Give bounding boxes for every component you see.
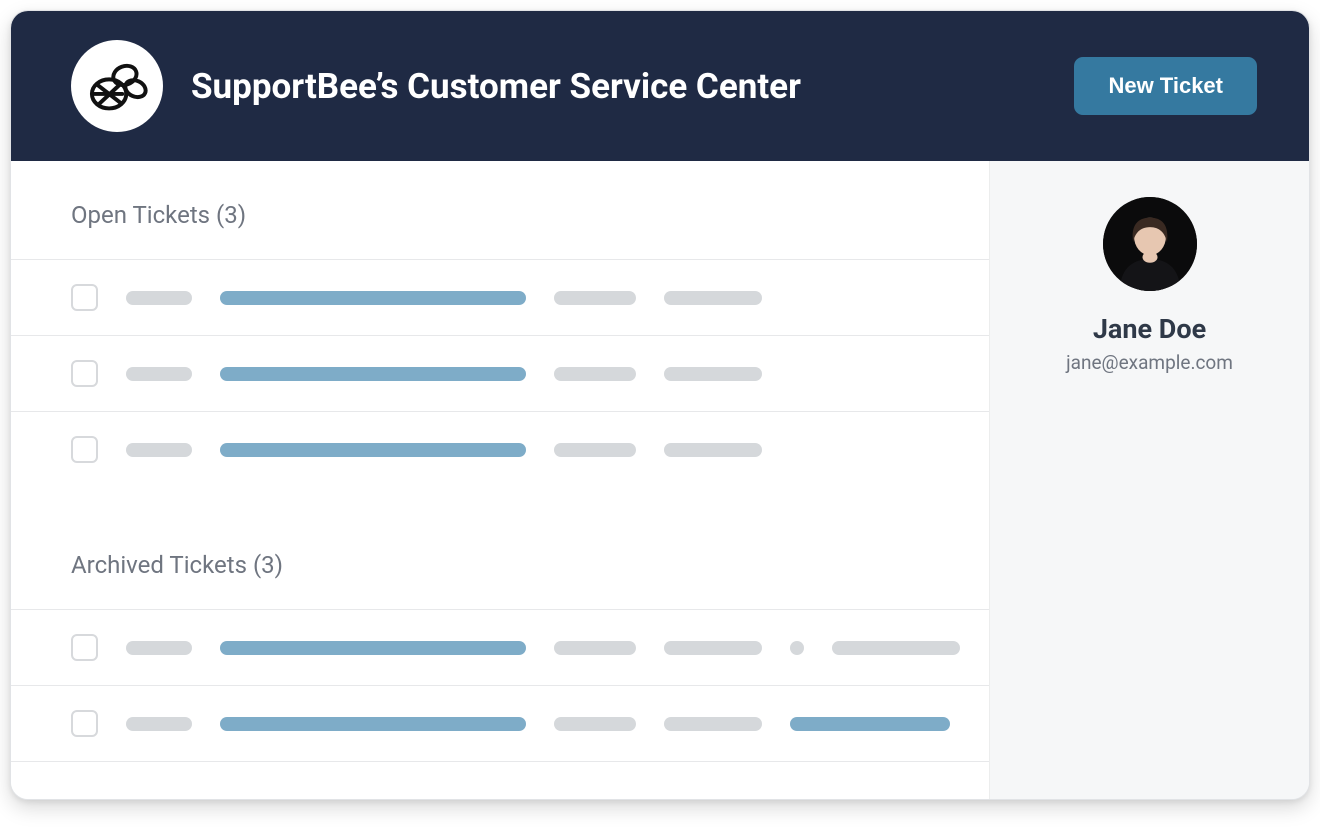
page-title: SupportBee’s Customer Service Center	[191, 66, 1046, 107]
ticket-meta-placeholder	[554, 717, 636, 731]
ticket-meta-placeholder	[554, 641, 636, 655]
bee-icon	[84, 53, 150, 119]
ticket-subject-placeholder	[220, 367, 526, 381]
avatar	[1103, 197, 1197, 291]
archived-tickets-heading: Archived Tickets (3)	[11, 511, 989, 609]
ticket-meta-placeholder	[832, 641, 960, 655]
ticket-row[interactable]	[11, 609, 989, 685]
app-card: SupportBee’s Customer Service Center New…	[10, 10, 1310, 800]
user-name: Jane Doe	[1093, 313, 1206, 345]
brand-logo	[71, 40, 163, 132]
ticket-subject-placeholder	[220, 717, 526, 731]
ticket-checkbox[interactable]	[71, 710, 98, 737]
ticket-meta-placeholder	[664, 367, 762, 381]
ticket-meta-placeholder	[664, 641, 762, 655]
ticket-checkbox[interactable]	[71, 634, 98, 661]
ticket-id-placeholder	[126, 291, 192, 305]
avatar-image	[1103, 197, 1197, 291]
app-body: Open Tickets (3)	[11, 161, 1309, 799]
ticket-id-placeholder	[126, 717, 192, 731]
ticket-meta-placeholder	[664, 291, 762, 305]
ticket-meta-placeholder	[664, 443, 762, 457]
ticket-subject-placeholder	[220, 291, 526, 305]
ticket-row[interactable]	[11, 335, 989, 411]
new-ticket-button[interactable]: New Ticket	[1074, 57, 1257, 115]
ticket-meta-placeholder	[554, 291, 636, 305]
user-email: jane@example.com	[1066, 351, 1233, 374]
ticket-row[interactable]	[11, 411, 989, 487]
ticket-tag-placeholder	[790, 717, 950, 731]
ticket-checkbox[interactable]	[71, 284, 98, 311]
ticket-checkbox[interactable]	[71, 360, 98, 387]
status-dot	[790, 641, 804, 655]
ticket-subject-placeholder	[220, 641, 526, 655]
ticket-meta-placeholder	[554, 367, 636, 381]
ticket-list-main: Open Tickets (3)	[11, 161, 989, 799]
ticket-subject-placeholder	[220, 443, 526, 457]
ticket-meta-placeholder	[554, 443, 636, 457]
ticket-row[interactable]	[11, 685, 989, 762]
app-header: SupportBee’s Customer Service Center New…	[11, 11, 1309, 161]
open-tickets-heading: Open Tickets (3)	[11, 161, 989, 259]
ticket-row[interactable]	[11, 259, 989, 335]
ticket-checkbox[interactable]	[71, 436, 98, 463]
user-sidebar: Jane Doe jane@example.com	[989, 161, 1309, 799]
ticket-id-placeholder	[126, 443, 192, 457]
ticket-id-placeholder	[126, 367, 192, 381]
ticket-id-placeholder	[126, 641, 192, 655]
ticket-meta-placeholder	[664, 717, 762, 731]
